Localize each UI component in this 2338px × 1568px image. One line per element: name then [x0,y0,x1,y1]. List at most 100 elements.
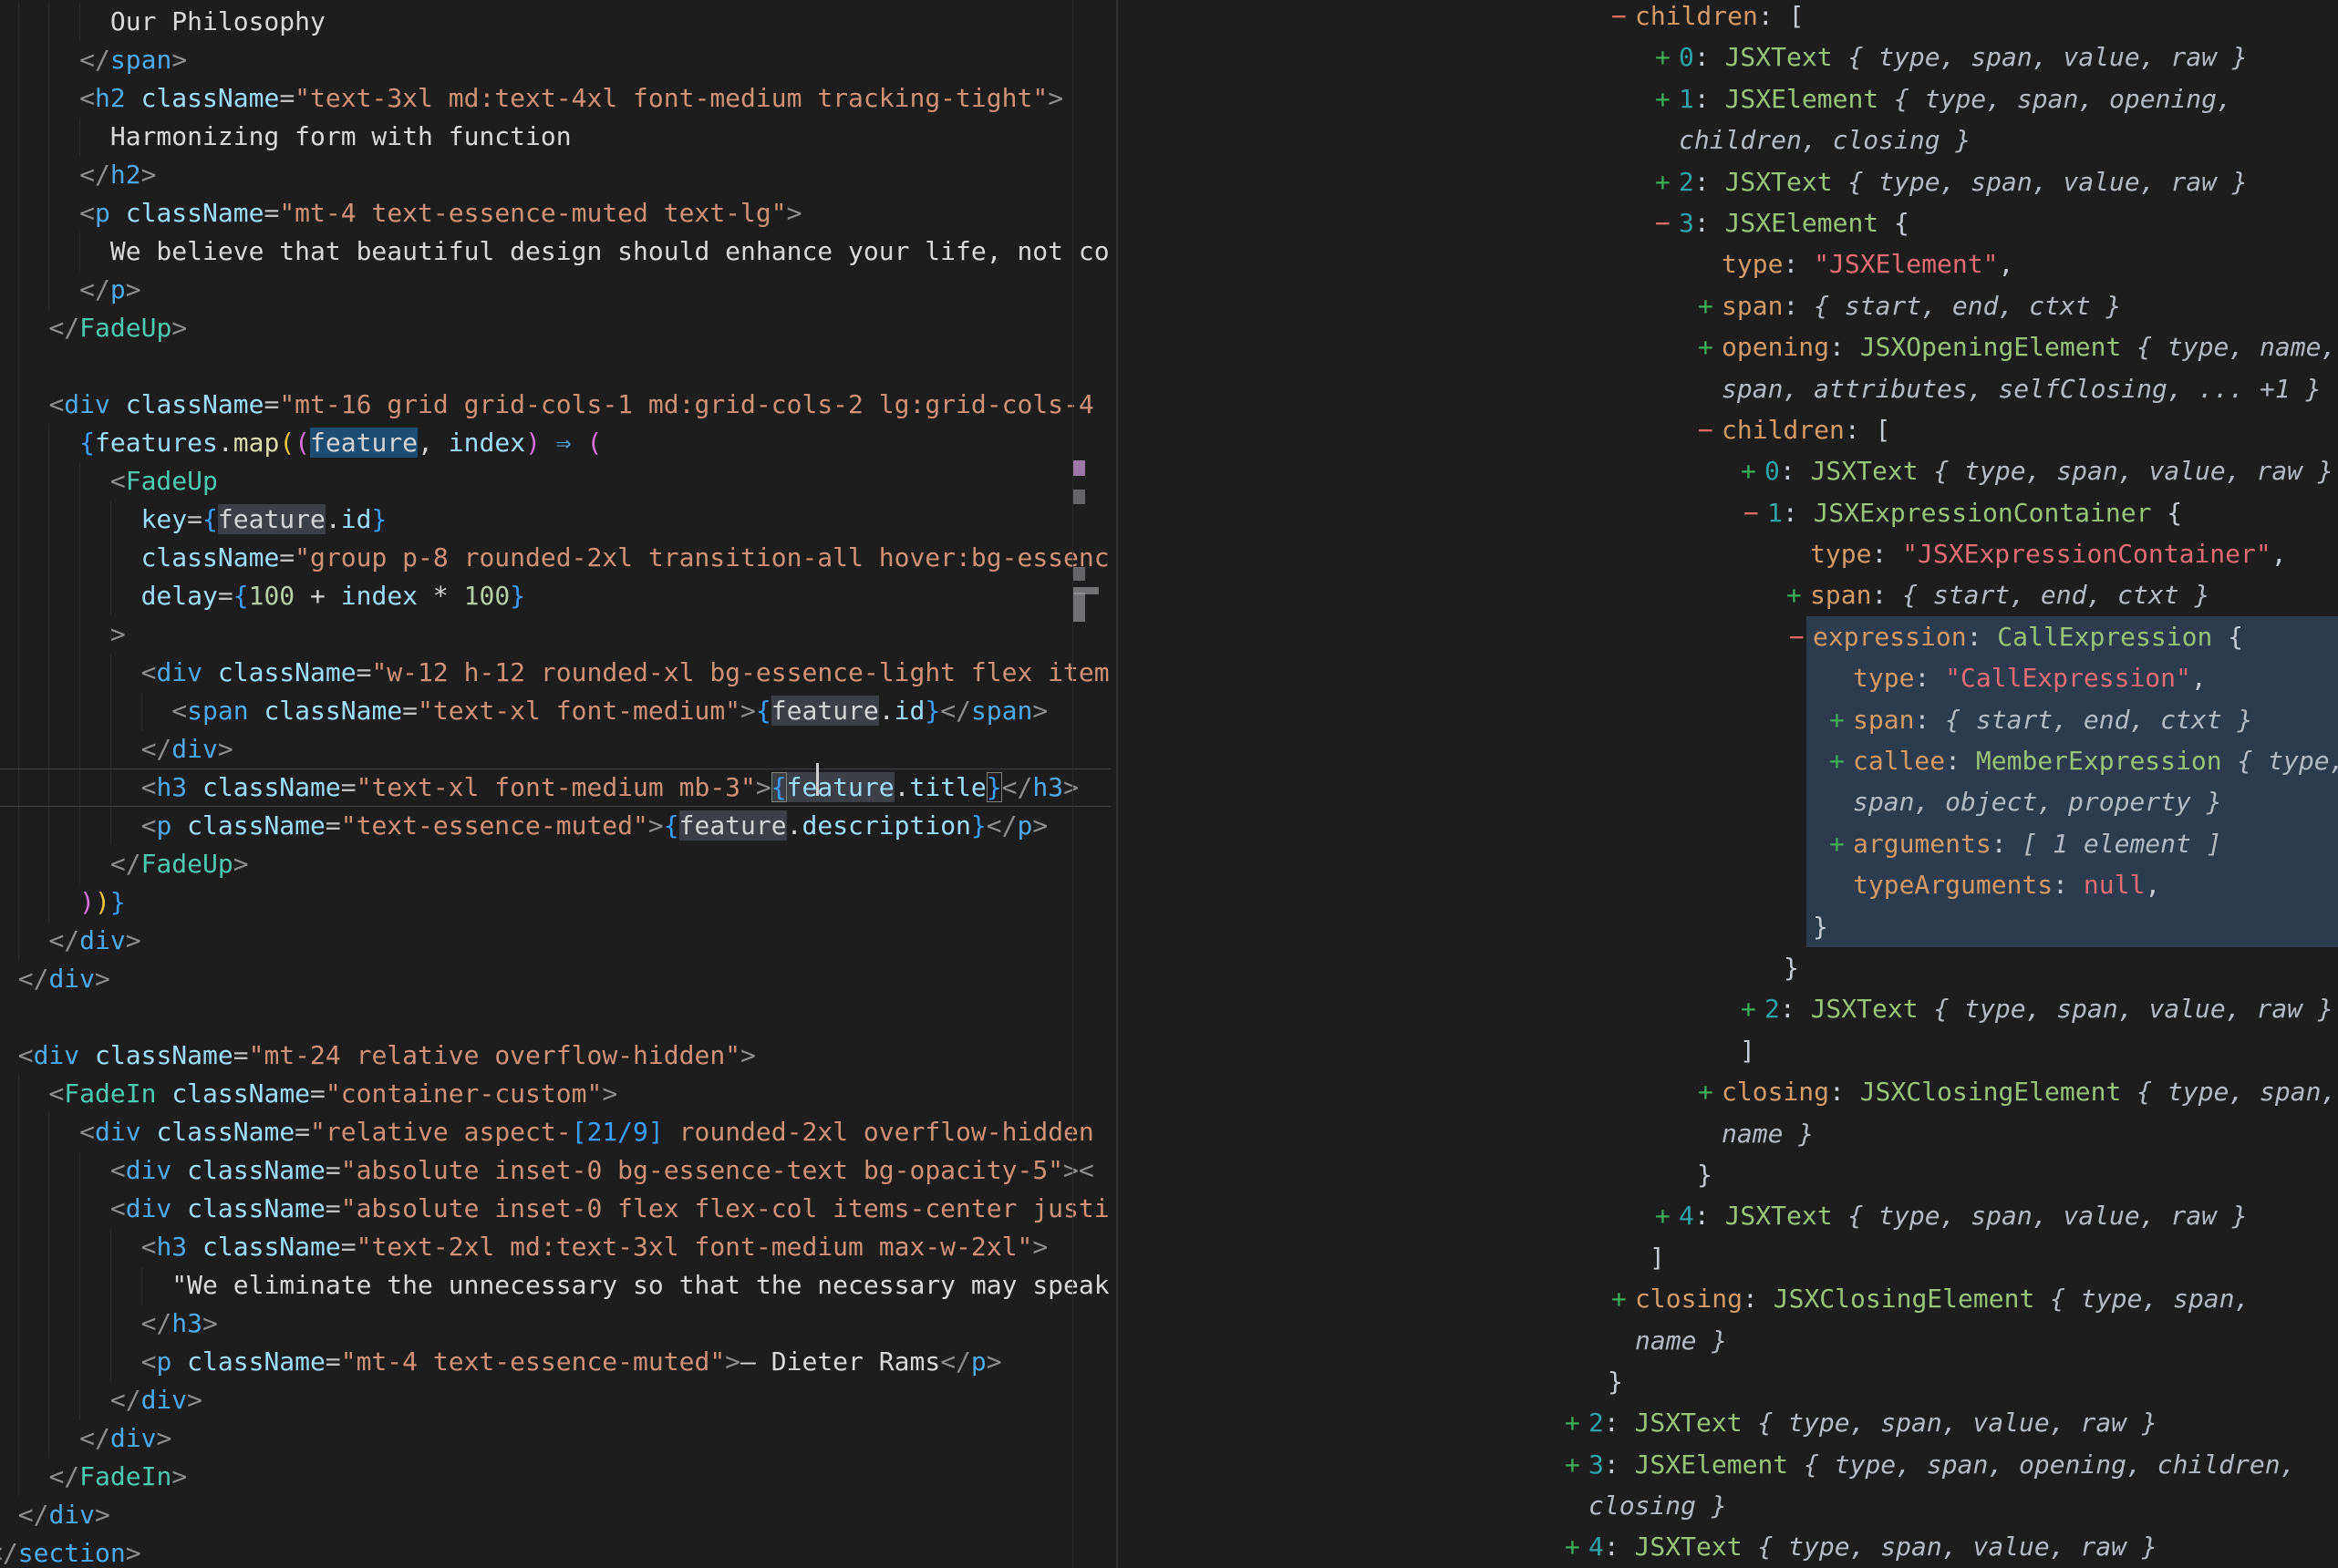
tree-expand-toggle[interactable]: + [1829,740,1853,781]
code-line-11[interactable]: <div className="mt-16 grid grid-cols-1 m… [0,386,1111,424]
code-line-31[interactable]: <div className="absolute inset-0 bg-esse… [0,1151,1111,1190]
ast-line-selected-22[interactable]: typeArguments: null, [1118,864,2338,905]
ast-line-28[interactable]: name } [1118,1113,2338,1154]
ast-line-5[interactable]: +2: JSXText { type, span, value, raw } [1118,161,2338,202]
ast-line-15[interactable]: +span: { start, end, ctxt } [1118,574,2338,615]
code-line-19[interactable]: <span className="text-xl font-medium">{f… [0,692,1111,730]
tree-expand-toggle[interactable]: + [1698,326,1722,367]
ast-line-4[interactable]: children, closing } [1118,119,2338,160]
tree-collapse-toggle[interactable]: − [1789,616,1813,657]
ast-tree-pane[interactable]: −children: [+0: JSXText { type, span, va… [1118,0,2338,1568]
tree-expand-toggle[interactable]: + [1741,450,1764,491]
ast-line-38[interactable]: +4: JSXText { type, span, value, raw } [1118,1526,2338,1567]
code-line-20[interactable]: </div> [0,730,1111,769]
ast-line-9[interactable]: +opening: JSXOpeningElement { type, name… [1118,326,2338,367]
code-line-9[interactable]: </FadeUp> [0,309,1111,347]
tree-expand-toggle[interactable]: + [1565,1444,1588,1485]
ast-line-34[interactable]: } [1118,1361,2338,1402]
ast-line-14[interactable]: type: "JSXExpressionContainer", [1118,533,2338,574]
tree-expand-toggle[interactable]: + [1655,36,1679,77]
code-line-28[interactable]: <div className="mt-24 relative overflow-… [0,1037,1111,1075]
code-line-4[interactable]: Harmonizing form with function [0,118,1111,156]
ast-line-37[interactable]: closing } [1118,1485,2338,1526]
tree-expand-toggle[interactable]: + [1655,161,1679,202]
code-line-14[interactable]: key={feature.id} [0,500,1111,539]
ast-line-33[interactable]: name } [1118,1320,2338,1361]
code-line-15[interactable]: className="group p-8 rounded-2xl transit… [0,539,1111,577]
code-line-18[interactable]: <div className="w-12 h-12 rounded-xl bg-… [0,654,1111,692]
ast-line-10[interactable]: span, attributes, selfClosing, ... +1 } [1118,368,2338,409]
ast-line-selected-17[interactable]: type: "CallExpression", [1118,657,2338,698]
code-line-39[interactable]: </FadeIn> [0,1458,1111,1496]
code-line-10[interactable] [0,347,1111,386]
tree-expand-toggle[interactable]: + [1655,1195,1679,1236]
code-line-27[interactable] [0,998,1111,1037]
tree-expand-toggle[interactable]: + [1829,699,1853,740]
code-line-16[interactable]: delay={100 + index * 100} [0,577,1111,615]
ast-line-selected-16[interactable]: −expression: CallExpression { [1118,616,2338,657]
code-line-35[interactable]: </h3> [0,1305,1111,1343]
tree-expand-toggle[interactable]: + [1611,1278,1635,1319]
ast-line-32[interactable]: +closing: JSXClosingElement { type, span… [1118,1278,2338,1319]
tree-collapse-toggle[interactable]: − [1698,409,1722,450]
ast-line-36[interactable]: +3: JSXElement { type, span, opening, ch… [1118,1444,2338,1485]
code-line-32[interactable]: <div className="absolute inset-0 flex fl… [0,1190,1111,1228]
code-line-8[interactable]: </p> [0,271,1111,309]
tree-collapse-toggle[interactable]: − [1655,202,1679,243]
code-line-24[interactable]: ))} [0,883,1111,922]
code-line-6[interactable]: <p className="mt-4 text-essence-muted te… [0,194,1111,232]
ast-line-31[interactable]: ] [1118,1237,2338,1278]
ast-line-8[interactable]: +span: { start, end, ctxt } [1118,285,2338,326]
tree-expand-toggle[interactable]: + [1655,78,1679,119]
code-line-17[interactable]: > [0,615,1111,654]
ast-line-29[interactable]: } [1118,1154,2338,1195]
ast-line-selected-19[interactable]: +callee: MemberExpression { type, [1118,740,2338,781]
ast-line-3[interactable]: +1: JSXElement { type, span, opening, [1118,78,2338,119]
tree-expand-toggle[interactable]: + [1698,1071,1722,1112]
ast-line-7[interactable]: type: "JSXElement", [1118,243,2338,284]
code-line-33[interactable]: <h3 className="text-2xl md:text-3xl font… [0,1228,1111,1266]
code-line-36[interactable]: <p className="mt-4 text-essence-muted">—… [0,1343,1111,1381]
ast-line-selected-20[interactable]: span, object, property } [1118,781,2338,822]
code-line-41[interactable]: </section> [0,1534,1111,1568]
code-line-5[interactable]: </h2> [0,156,1111,194]
tree-expand-toggle[interactable]: + [1786,574,1810,615]
tree-expand-toggle[interactable]: + [1565,1402,1588,1443]
ast-line-30[interactable]: +4: JSXText { type, span, value, raw } [1118,1195,2338,1236]
code-line-12[interactable]: {features.map((feature, index) ⇒ ( [0,424,1111,462]
ast-line-26[interactable]: ] [1118,1030,2338,1071]
overview-ruler[interactable] [1072,0,1073,1568]
code-line-7[interactable]: We believe that beautiful design should … [0,232,1111,271]
ast-line-6[interactable]: −3: JSXElement { [1118,202,2338,243]
tree-expand-toggle[interactable]: + [1565,1526,1588,1567]
current-line[interactable]: <h3 className="text-xl font-medium mb-3"… [0,769,1111,807]
ast-line-24[interactable]: } [1118,947,2338,988]
ast-line-25[interactable]: +2: JSXText { type, span, value, raw } [1118,988,2338,1029]
code-line-29[interactable]: <FadeIn className="container-custom"> [0,1075,1111,1113]
code-line-37[interactable]: </div> [0,1381,1111,1419]
ast-line-35[interactable]: +2: JSXText { type, span, value, raw } [1118,1402,2338,1443]
code-line-2[interactable]: </span> [0,41,1111,79]
code-line-13[interactable]: <FadeUp [0,462,1111,500]
ast-line-11[interactable]: −children: [ [1118,409,2338,450]
code-line-23[interactable]: </FadeUp> [0,845,1111,883]
code-line-40[interactable]: </div> [0,1496,1111,1534]
ast-line-13[interactable]: −1: JSXExpressionContainer { [1118,492,2338,533]
code-line-1[interactable]: Our Philosophy [0,3,1111,41]
ast-line-2[interactable]: +0: JSXText { type, span, value, raw } [1118,36,2338,77]
code-editor-pane[interactable]: Our Philosophy </span> <h2 className="te… [0,0,1116,1568]
tree-collapse-toggle[interactable]: − [1743,492,1767,533]
ast-line-selected-21[interactable]: +arguments: [ 1 element ] [1118,823,2338,864]
code-line-22[interactable]: <p className="text-essence-muted">{featu… [0,807,1111,845]
ast-line-12[interactable]: +0: JSXText { type, span, value, raw } [1118,450,2338,491]
code-editor-content[interactable]: Our Philosophy </span> <h2 className="te… [0,0,1111,1568]
code-line-38[interactable]: </div> [0,1419,1111,1458]
ast-line-1[interactable]: −children: [ [1118,0,2338,36]
ast-line-27[interactable]: +closing: JSXClosingElement { type, span… [1118,1071,2338,1112]
tree-expand-toggle[interactable]: + [1829,823,1853,864]
tree-collapse-toggle[interactable]: − [1611,0,1635,36]
code-line-3[interactable]: <h2 className="text-3xl md:text-4xl font… [0,79,1111,118]
ast-line-selected-23[interactable]: } [1118,906,2338,947]
tree-expand-toggle[interactable]: + [1698,285,1722,326]
code-line-30[interactable]: <div className="relative aspect-[21/9] r… [0,1113,1111,1151]
